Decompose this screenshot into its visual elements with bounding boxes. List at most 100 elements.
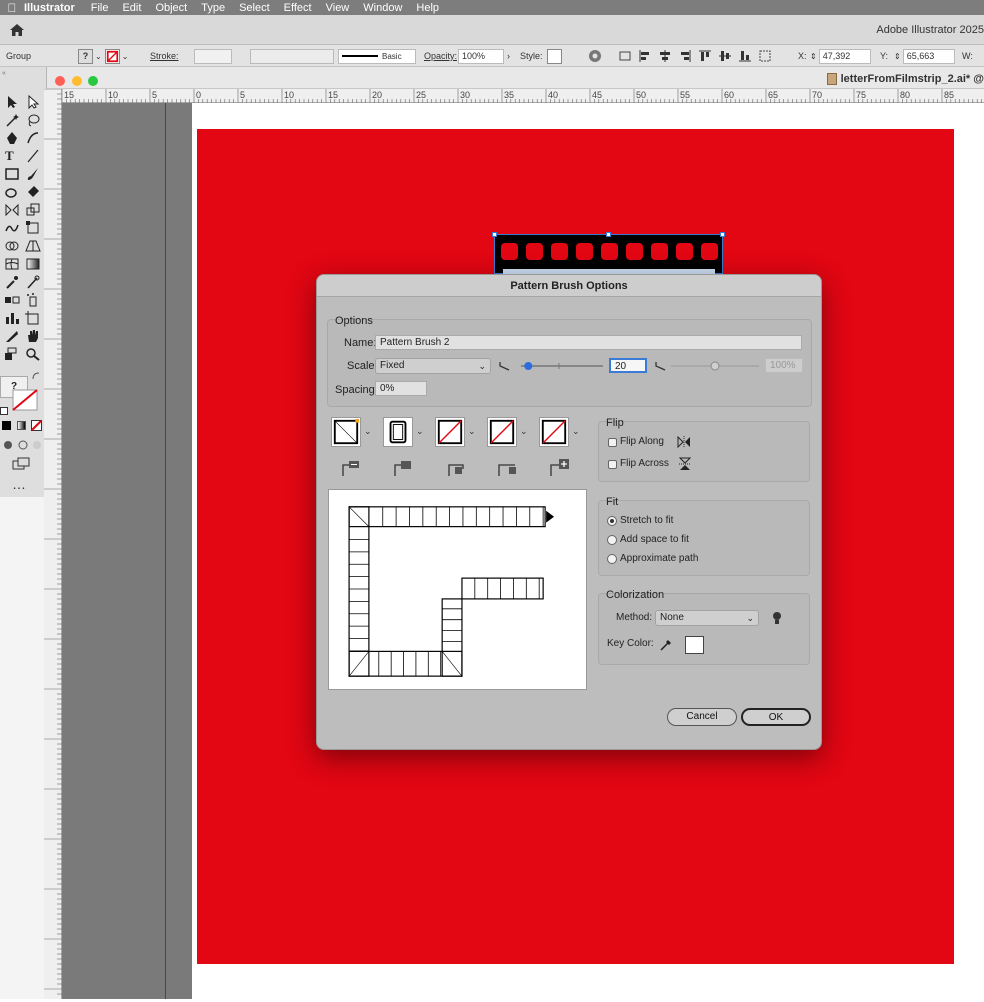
draw-normal-icon[interactable] <box>2 439 14 451</box>
default-colors-icon[interactable] <box>0 407 8 415</box>
scale-value-field[interactable]: 20 <box>609 358 647 373</box>
reflect-tool-icon[interactable] <box>4 203 20 217</box>
key-color-eyedropper-icon[interactable] <box>659 638 673 652</box>
direct-selection-tool-icon[interactable] <box>25 95 41 109</box>
more-tools-icon[interactable]: … <box>12 477 26 491</box>
warp-tool-icon[interactable] <box>4 221 20 235</box>
slice-tool-icon[interactable] <box>4 329 20 343</box>
filmstrip-artwork[interactable] <box>492 232 725 275</box>
menu-file[interactable]: File <box>91 2 109 14</box>
menu-object[interactable]: Object <box>155 2 187 14</box>
chevron-down-icon[interactable]: ⌄ <box>122 52 129 61</box>
symbol-sprayer-tool-icon[interactable] <box>25 293 41 307</box>
scale-tool-icon[interactable] <box>25 203 41 217</box>
stepper-icon[interactable]: ⇕ <box>894 52 901 61</box>
apple-icon[interactable]:  <box>0 1 24 15</box>
align-left-icon[interactable] <box>638 49 652 63</box>
column-graph-tool-icon[interactable] <box>4 311 20 325</box>
home-icon[interactable] <box>9 23 25 37</box>
key-color-swatch[interactable] <box>685 636 704 654</box>
menu-app[interactable]: Illustrator <box>24 2 75 14</box>
selection-handle[interactable] <box>606 232 611 237</box>
side-tile-button[interactable] <box>331 417 361 447</box>
scale-mode-dropdown[interactable]: Fixed ⌄ <box>375 358 491 374</box>
selection-handle[interactable] <box>720 232 725 237</box>
name-field[interactable]: Pattern Brush 2 <box>375 335 802 350</box>
pen-tool-icon[interactable] <box>4 131 20 145</box>
scale-slider[interactable] <box>517 360 605 372</box>
minimize-window-button[interactable] <box>72 76 82 86</box>
menu-edit[interactable]: Edit <box>122 2 141 14</box>
change-screen-mode-icon[interactable] <box>12 457 30 471</box>
blend-tool-icon[interactable] <box>4 293 20 307</box>
paintbrush-tool-icon[interactable] <box>25 167 41 181</box>
perspective-grid-tool-icon[interactable] <box>25 239 41 253</box>
x-field[interactable]: 47,392 mm <box>818 48 871 74</box>
inner-corner-tile-button[interactable] <box>435 417 465 447</box>
add-space-to-fit-radio[interactable] <box>607 535 617 545</box>
magic-wand-tool-icon[interactable] <box>4 113 20 127</box>
fill-swatch[interactable]: ? <box>78 48 93 64</box>
flip-across-checkbox[interactable] <box>608 460 617 469</box>
chevron-right-icon[interactable]: › <box>507 51 510 61</box>
eyedropper-tool-icon[interactable] <box>4 275 20 289</box>
approximate-path-radio[interactable] <box>607 554 617 564</box>
chevron-down-icon[interactable]: ⌄ <box>520 426 528 437</box>
draw-inside-icon[interactable] <box>31 439 43 451</box>
spacing-field[interactable]: 0% <box>375 381 427 396</box>
start-tile-button[interactable] <box>487 417 517 447</box>
align-center-icon[interactable] <box>658 49 672 63</box>
stretch-to-fit-radio[interactable] <box>607 516 617 526</box>
chevron-down-icon[interactable]: ⌄ <box>95 52 102 61</box>
swap-colors-icon[interactable] <box>31 371 41 381</box>
selection-tool-icon[interactable] <box>4 95 20 109</box>
menu-help[interactable]: Help <box>416 2 439 14</box>
menu-type[interactable]: Type <box>201 2 225 14</box>
color-mode-icon[interactable] <box>2 421 11 430</box>
variable-width-dropdown[interactable] <box>250 48 334 64</box>
measure-tool-icon[interactable] <box>25 275 41 289</box>
outer-corner-tile-button[interactable] <box>383 417 413 447</box>
menu-window[interactable]: Window <box>363 2 402 14</box>
gradient-tool-icon[interactable] <box>25 257 41 271</box>
print-tiling-tool-icon[interactable] <box>4 347 20 361</box>
stroke-label[interactable]: Stroke: <box>150 51 179 61</box>
chevron-down-icon[interactable]: ⌄ <box>572 426 580 437</box>
menu-view[interactable]: View <box>326 2 350 14</box>
line-tool-icon[interactable] <box>25 149 41 163</box>
collapse-panel-icon[interactable]: « <box>2 70 6 77</box>
brush-definition-dropdown[interactable]: Basic <box>338 48 416 64</box>
zoom-window-button[interactable] <box>88 76 98 86</box>
opacity-label[interactable]: Opacity: <box>424 51 457 61</box>
tips-lightbulb-icon[interactable] <box>772 611 782 625</box>
eraser-tool-icon[interactable] <box>25 185 41 199</box>
shape-builder-tool-icon[interactable] <box>4 239 20 253</box>
curvature-tool-icon[interactable] <box>25 131 41 145</box>
none-mode-icon[interactable] <box>31 420 42 431</box>
ok-button[interactable]: OK <box>741 708 811 726</box>
stroke-weight-field[interactable] <box>194 48 232 64</box>
align-top-icon[interactable] <box>698 49 712 63</box>
shaper-tool-icon[interactable] <box>4 185 20 199</box>
mesh-tool-icon[interactable] <box>4 257 20 271</box>
method-dropdown[interactable]: None ⌄ <box>655 610 759 626</box>
draw-behind-icon[interactable] <box>17 439 29 451</box>
zoom-tool-icon[interactable] <box>25 347 41 361</box>
artboard-tool-icon[interactable] <box>25 311 41 325</box>
cancel-button[interactable]: Cancel <box>667 708 737 726</box>
lasso-tool-icon[interactable] <box>25 113 41 127</box>
free-transform-tool-icon[interactable] <box>25 221 41 235</box>
flip-along-checkbox[interactable] <box>608 438 617 447</box>
hand-tool-icon[interactable] <box>25 329 41 343</box>
chevron-down-icon[interactable]: ⌄ <box>416 426 424 437</box>
stroke-color-swatch[interactable] <box>10 387 40 413</box>
align-right-icon[interactable] <box>678 49 692 63</box>
chevron-down-icon[interactable]: ⌄ <box>468 426 476 437</box>
recolor-artwork-icon[interactable] <box>588 49 602 63</box>
align-bottom-icon[interactable] <box>738 49 752 63</box>
y-field[interactable]: 65,663 mm <box>902 48 955 74</box>
menu-effect[interactable]: Effect <box>284 2 312 14</box>
end-tile-button[interactable] <box>539 417 569 447</box>
align-middle-icon[interactable] <box>718 49 732 63</box>
selection-handle[interactable] <box>492 232 497 237</box>
